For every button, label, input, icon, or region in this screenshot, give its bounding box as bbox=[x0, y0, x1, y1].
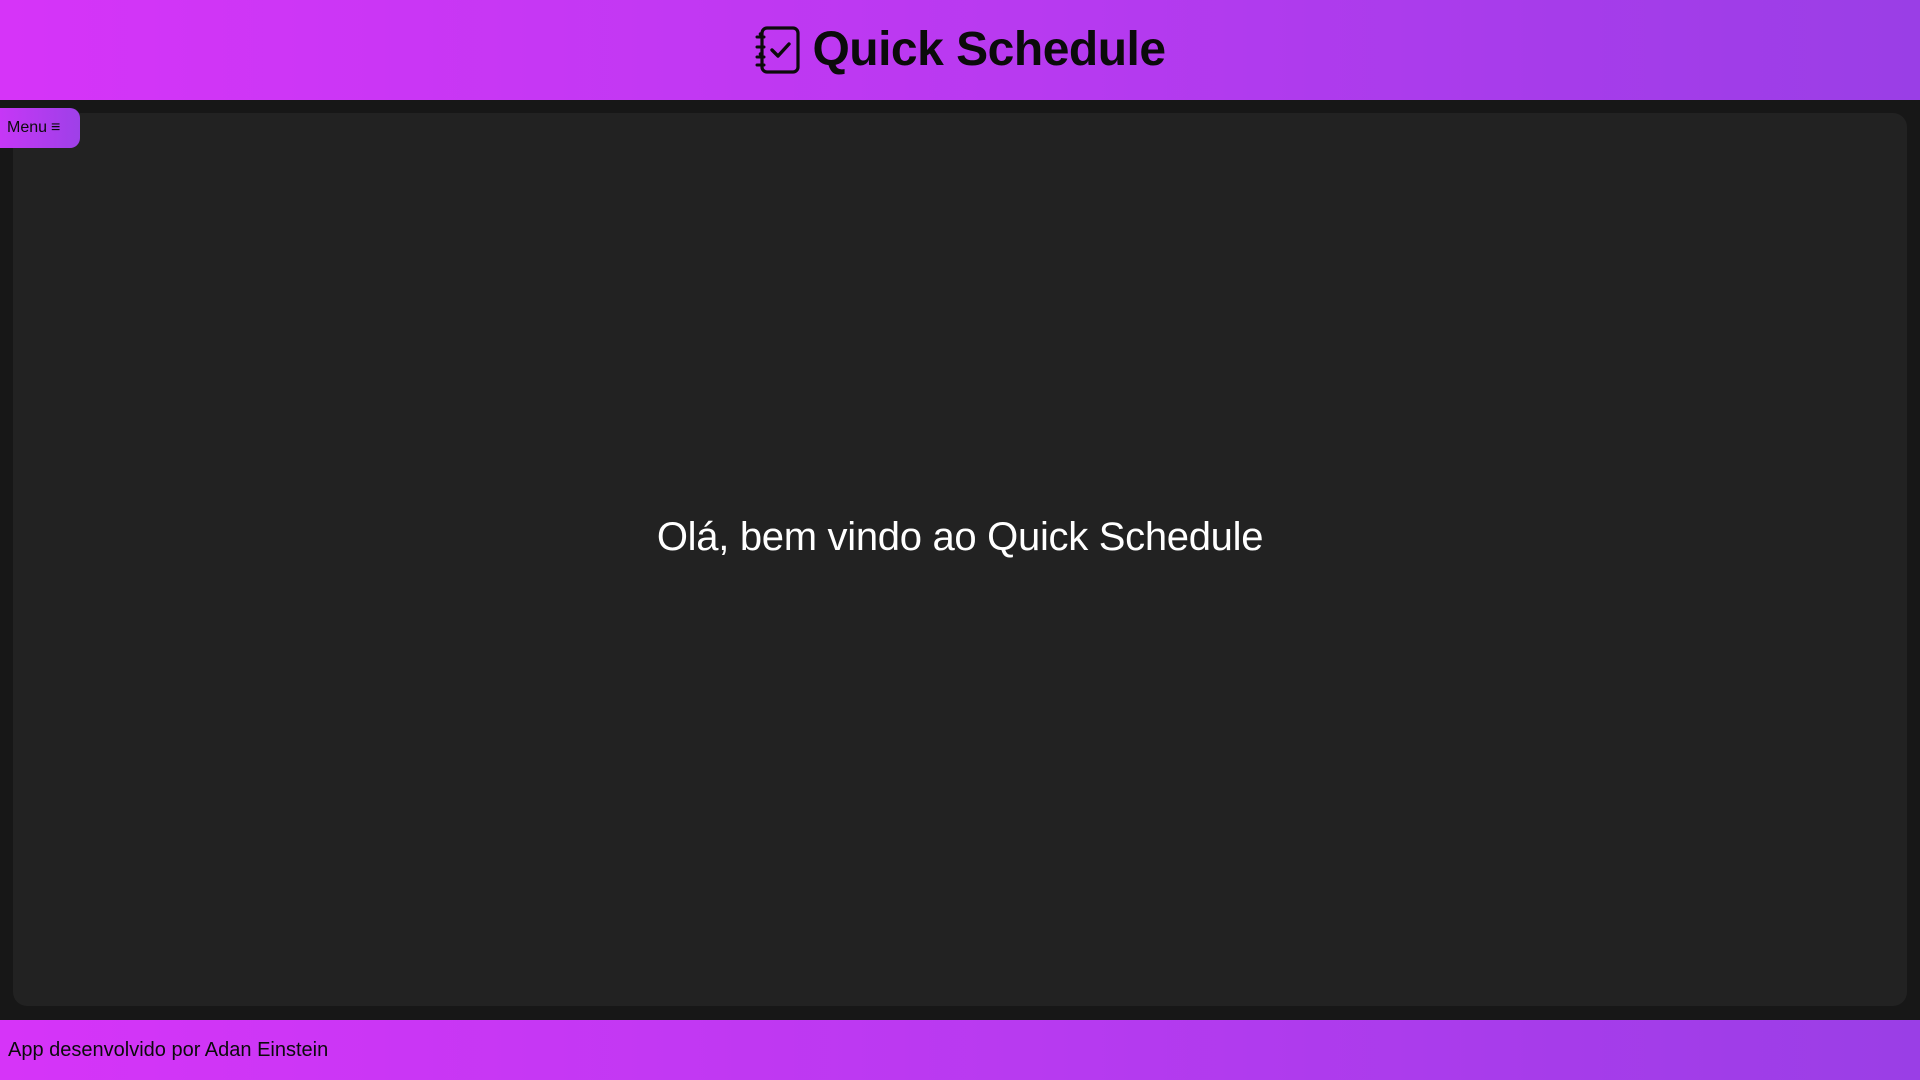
hamburger-icon: ≡ bbox=[51, 119, 61, 136]
welcome-heading: Olá, bem vindo ao Quick Schedule bbox=[656, 514, 1264, 559]
app-footer: App desenvolvido por Adan Einstein bbox=[0, 1020, 1920, 1080]
checklist-notebook-icon bbox=[754, 24, 802, 76]
app-header: Quick Schedule bbox=[0, 0, 1920, 100]
brand: Quick Schedule bbox=[754, 23, 1166, 76]
menu-label: Menu bbox=[7, 119, 48, 136]
footer-credit: App desenvolvido por Adan Einstein bbox=[8, 1038, 329, 1061]
main-content-panel: Olá, bem vindo ao Quick Schedule bbox=[13, 113, 1907, 1006]
menu-button[interactable]: Menu ≡ bbox=[0, 108, 80, 148]
app-title: Quick Schedule bbox=[812, 23, 1166, 76]
